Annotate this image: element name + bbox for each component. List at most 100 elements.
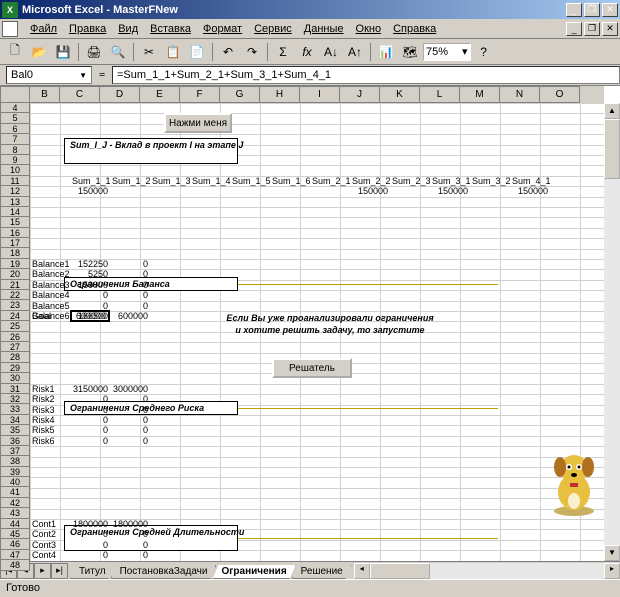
help-icon[interactable]: ?: [473, 41, 495, 63]
maximize-button[interactable]: ❐: [584, 3, 600, 17]
row-header[interactable]: 12: [0, 186, 30, 196]
minimize-button[interactable]: _: [566, 3, 582, 17]
row-header[interactable]: 31: [0, 384, 30, 394]
row-header[interactable]: 15: [0, 217, 30, 227]
col-header[interactable]: N: [500, 86, 540, 103]
fx-icon[interactable]: fx: [296, 41, 318, 63]
row-header[interactable]: 28: [0, 352, 30, 362]
col-header[interactable]: K: [380, 86, 420, 103]
col-header[interactable]: F: [180, 86, 220, 103]
autosum-icon[interactable]: Σ: [272, 41, 294, 63]
row-header[interactable]: 45: [0, 529, 30, 539]
col-header[interactable]: E: [140, 86, 180, 103]
sheet-tab-solution[interactable]: Решение: [292, 565, 352, 579]
row-header[interactable]: 21: [0, 280, 30, 290]
row-header[interactable]: 40: [0, 477, 30, 487]
row-header[interactable]: 32: [0, 394, 30, 404]
scroll-up-button[interactable]: ▲: [604, 103, 620, 119]
row-header[interactable]: 23: [0, 300, 30, 310]
menu-file[interactable]: Файл: [24, 21, 63, 37]
menu-tools[interactable]: Сервис: [248, 21, 298, 37]
row-header[interactable]: 34: [0, 415, 30, 425]
vertical-scrollbar[interactable]: ▲ ▼: [604, 103, 620, 561]
sheet-tab-constraints[interactable]: Ограничения: [212, 565, 295, 579]
preview-icon[interactable]: 🔍: [107, 41, 129, 63]
menu-format[interactable]: Формат: [197, 21, 248, 37]
menu-data[interactable]: Данные: [298, 21, 350, 37]
row-header[interactable]: 33: [0, 404, 30, 414]
row-header[interactable]: 14: [0, 207, 30, 217]
tab-last-button[interactable]: ▸|: [51, 563, 68, 579]
row-header[interactable]: 5: [0, 113, 30, 123]
row-header[interactable]: 18: [0, 248, 30, 258]
row-header[interactable]: 35: [0, 425, 30, 435]
open-icon[interactable]: 📂: [28, 41, 50, 63]
row-header[interactable]: 11: [0, 176, 30, 186]
map-icon[interactable]: 🗺: [399, 41, 421, 63]
col-header[interactable]: D: [100, 86, 140, 103]
row-header[interactable]: 38: [0, 456, 30, 466]
undo-icon[interactable]: ↶: [217, 41, 239, 63]
col-header[interactable]: J: [340, 86, 380, 103]
sheet-tab-title[interactable]: Титул: [70, 565, 115, 579]
row-header[interactable]: 9: [0, 155, 30, 165]
sheet-tab-problem[interactable]: ПостановкаЗадачи: [111, 565, 217, 579]
col-header[interactable]: M: [460, 86, 500, 103]
scroll-thumb[interactable]: [604, 119, 620, 179]
row-header[interactable]: 26: [0, 332, 30, 342]
row-header[interactable]: 17: [0, 238, 30, 248]
row-header[interactable]: 20: [0, 269, 30, 279]
col-header[interactable]: O: [540, 86, 580, 103]
chart-icon[interactable]: 📊: [375, 41, 397, 63]
row-header[interactable]: 36: [0, 436, 30, 446]
col-header[interactable]: C: [60, 86, 100, 103]
row-header[interactable]: 30: [0, 373, 30, 383]
col-header[interactable]: B: [30, 86, 60, 103]
doc-minimize-button[interactable]: _: [566, 22, 582, 36]
scroll-left-button[interactable]: ◂: [354, 563, 370, 579]
select-all-corner[interactable]: [0, 86, 30, 103]
worksheet-grid[interactable]: BCDEFGHIJKLMNO 4567891011121314151617181…: [0, 86, 620, 561]
office-assistant-icon[interactable]: [546, 447, 602, 517]
print-icon[interactable]: 🖨: [83, 41, 105, 63]
row-header[interactable]: 25: [0, 321, 30, 331]
sort-desc-icon[interactable]: A↑: [344, 41, 366, 63]
cut-icon[interactable]: ✂: [138, 41, 160, 63]
row-header[interactable]: 4: [0, 103, 30, 113]
zoom-combo[interactable]: 75% ▾: [423, 43, 471, 61]
redo-icon[interactable]: ↷: [241, 41, 263, 63]
row-header[interactable]: 6: [0, 124, 30, 134]
menu-window[interactable]: Окно: [350, 21, 388, 37]
doc-restore-button[interactable]: ❐: [584, 22, 600, 36]
row-header[interactable]: 24: [0, 311, 30, 321]
row-header[interactable]: 46: [0, 539, 30, 549]
close-button[interactable]: ✕: [602, 3, 618, 17]
name-box[interactable]: Bal0 ▼: [6, 66, 92, 84]
tab-next-button[interactable]: ▸: [34, 563, 51, 579]
row-header[interactable]: 16: [0, 228, 30, 238]
horizontal-scrollbar[interactable]: ◂ ▸: [354, 563, 620, 579]
scroll-down-button[interactable]: ▼: [604, 545, 620, 561]
menu-insert[interactable]: Вставка: [144, 21, 197, 37]
solver-button[interactable]: Решатель: [272, 358, 352, 378]
row-header[interactable]: 48: [0, 560, 30, 570]
row-header[interactable]: 7: [0, 134, 30, 144]
new-icon[interactable]: 🗋: [4, 41, 26, 63]
scroll-right-button[interactable]: ▸: [604, 563, 620, 579]
row-header[interactable]: 37: [0, 446, 30, 456]
row-header[interactable]: 8: [0, 145, 30, 155]
doc-close-button[interactable]: ✕: [602, 22, 618, 36]
save-icon[interactable]: 💾: [52, 41, 74, 63]
row-header[interactable]: 22: [0, 290, 30, 300]
press-me-button[interactable]: Нажми меня: [164, 113, 232, 133]
row-header[interactable]: 10: [0, 165, 30, 175]
paste-icon[interactable]: 📄: [186, 41, 208, 63]
row-header[interactable]: 47: [0, 550, 30, 560]
row-header[interactable]: 19: [0, 259, 30, 269]
col-header[interactable]: H: [260, 86, 300, 103]
formula-bar[interactable]: =Sum_1_1+Sum_2_1+Sum_3_1+Sum_4_1: [112, 66, 620, 84]
menu-view[interactable]: Вид: [112, 21, 144, 37]
hscroll-thumb[interactable]: [370, 563, 430, 579]
row-header[interactable]: 44: [0, 519, 30, 529]
sort-asc-icon[interactable]: A↓: [320, 41, 342, 63]
